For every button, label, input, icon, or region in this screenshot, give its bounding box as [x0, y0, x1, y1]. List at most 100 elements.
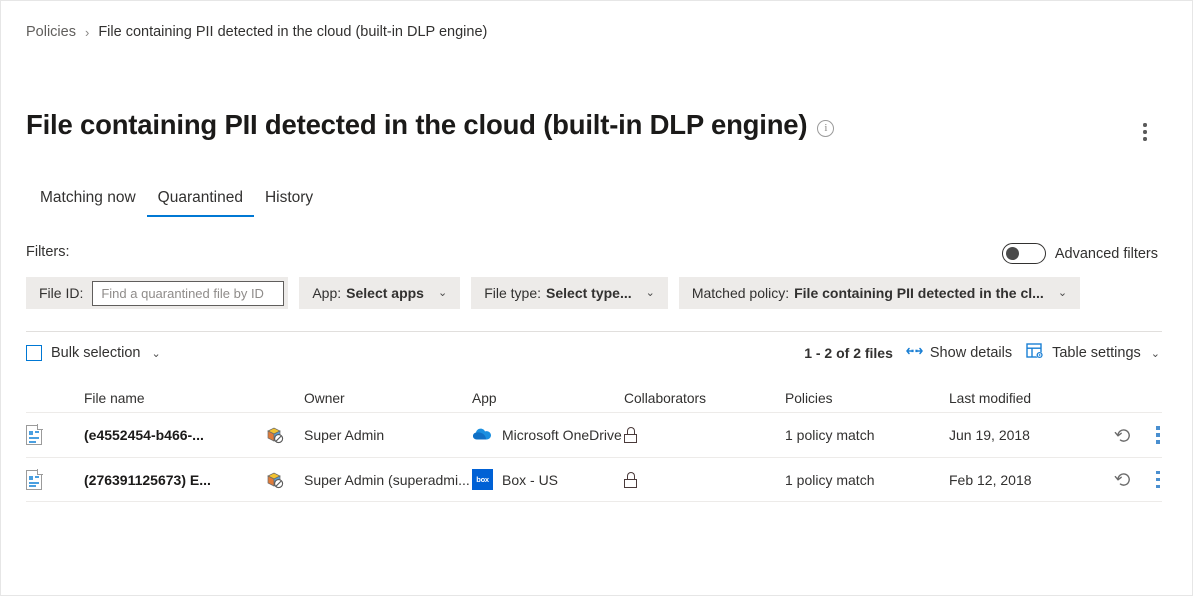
file-type-filter-value: Select type... [546, 285, 632, 301]
owner-cell: Super Admin [304, 427, 472, 443]
more-vertical-icon-dot [1156, 433, 1159, 436]
file-id-label: File ID: [39, 285, 83, 301]
document-icon [26, 425, 42, 445]
owner-cell: Super Admin (superadmi... [304, 472, 472, 488]
more-vertical-icon-dot [1143, 130, 1146, 133]
breadcrumb: Policies › File containing PII detected … [26, 24, 487, 40]
more-vertical-icon-dot [1143, 123, 1146, 126]
file-type-filter-label: File type: [484, 285, 541, 301]
bulk-selection-control[interactable]: Bulk selection ⌄ [26, 345, 161, 361]
restore-icon[interactable] [1114, 470, 1133, 489]
app-filter-value: Select apps [346, 285, 424, 301]
show-details-button[interactable]: Show details [906, 345, 1012, 361]
filter-bar: File ID: App: Select apps ⌄ File type: S… [26, 277, 1080, 309]
chevron-down-icon[interactable]: ⌄ [151, 347, 160, 360]
restore-icon[interactable] [1114, 426, 1133, 445]
more-vertical-icon-dot [1156, 440, 1159, 443]
advanced-filters-control: Advanced filters [1002, 243, 1158, 264]
table-settings-button[interactable]: Table settings ⌄ [1026, 342, 1160, 364]
table-toolbar: Bulk selection ⌄ 1 - 2 of 2 files Show d… [26, 342, 1160, 364]
policies-cell: 1 policy match [785, 472, 949, 488]
tab-history[interactable]: History [254, 189, 324, 217]
page-more-options-button[interactable] [1134, 119, 1156, 145]
toolbar-divider [26, 331, 1162, 332]
chevron-down-icon: ⌄ [1058, 288, 1067, 299]
column-header-owner: Owner [304, 391, 472, 406]
toolbar-right: 1 - 2 of 2 files Show details [804, 342, 1160, 364]
file-name-cell[interactable]: (e4552454-b466-... [84, 427, 266, 443]
show-details-label: Show details [930, 345, 1012, 361]
info-icon[interactable]: i [817, 120, 834, 137]
chevron-down-icon: ⌄ [1151, 347, 1160, 360]
table-header-row: File name Owner App Collaborators Polici… [26, 384, 1162, 412]
tab-matching-now[interactable]: Matching now [29, 189, 147, 217]
document-icon [26, 470, 42, 490]
column-header-collaborators: Collaborators [624, 391, 785, 406]
advanced-filters-toggle[interactable] [1002, 243, 1046, 264]
file-type-cell [26, 470, 84, 490]
app-cell: box Box - US [472, 469, 624, 490]
more-vertical-icon-dot [1156, 471, 1159, 474]
advanced-filters-label: Advanced filters [1055, 246, 1158, 262]
last-modified-cell: Feb 12, 2018 [949, 472, 1114, 488]
lock-icon [624, 472, 637, 488]
collaborators-cell [624, 472, 785, 488]
matched-policy-filter-value: File containing PII detected in the cl..… [794, 285, 1044, 301]
app-name: Box - US [502, 472, 558, 488]
lock-icon [624, 427, 637, 443]
breadcrumb-policies-link[interactable]: Policies [26, 24, 76, 40]
chevron-down-icon: ⌄ [438, 288, 447, 299]
row-more-options-button[interactable] [1149, 469, 1167, 491]
breadcrumb-current: File containing PII detected in the clou… [98, 24, 487, 40]
row-actions-cell [1114, 469, 1175, 491]
quarantine-status-cell [266, 426, 304, 444]
chevron-down-icon: ⌄ [646, 288, 655, 299]
more-vertical-icon-dot [1143, 137, 1146, 140]
file-id-filter: File ID: [26, 277, 288, 309]
more-vertical-icon-dot [1156, 478, 1159, 481]
onedrive-icon [472, 427, 493, 444]
table-row[interactable]: (276391125673) E... Super Admin (superad… [26, 457, 1162, 502]
last-modified-cell: Jun 19, 2018 [949, 427, 1114, 443]
bulk-selection-checkbox[interactable] [26, 345, 42, 361]
matched-policy-filter-label: Matched policy: [692, 285, 789, 301]
file-name-cell[interactable]: (276391125673) E... [84, 472, 266, 488]
column-header-file-name: File name [84, 391, 266, 406]
table-row[interactable]: (e4552454-b466-... Super Admin [26, 412, 1162, 457]
matched-policy-filter[interactable]: Matched policy: File containing PII dete… [679, 277, 1080, 309]
more-vertical-icon-dot [1156, 426, 1159, 429]
app-filter-label: App: [312, 285, 341, 301]
table-settings-label: Table settings [1052, 345, 1141, 361]
quarantine-status-cell [266, 471, 304, 489]
app-cell: Microsoft OneDrive ... [472, 427, 624, 444]
tab-quarantined[interactable]: Quarantined [147, 189, 254, 217]
row-actions-cell [1114, 424, 1175, 446]
app-filter[interactable]: App: Select apps ⌄ [299, 277, 460, 309]
table-settings-icon [1026, 342, 1045, 364]
quarantined-files-table: File name Owner App Collaborators Polici… [26, 384, 1162, 502]
policies-cell: 1 policy match [785, 427, 949, 443]
app-name: Microsoft OneDrive ... [502, 427, 624, 443]
column-header-last-modified: Last modified [949, 391, 1114, 406]
expand-horizontal-icon [906, 345, 923, 361]
file-type-filter[interactable]: File type: Select type... ⌄ [471, 277, 668, 309]
column-header-app: App [472, 391, 624, 406]
filters-label: Filters: [26, 244, 70, 260]
breadcrumb-separator-icon: › [85, 25, 89, 40]
row-more-options-button[interactable] [1149, 424, 1167, 446]
quarantined-box-icon [266, 426, 284, 444]
file-id-input[interactable] [92, 281, 284, 306]
quarantined-box-icon [266, 471, 284, 489]
results-count: 1 - 2 of 2 files [804, 345, 893, 361]
page-title: File containing PII detected in the clou… [26, 109, 807, 141]
quarantined-files-page: Policies › File containing PII detected … [0, 0, 1193, 596]
toggle-knob [1006, 247, 1020, 261]
collaborators-cell [624, 427, 785, 443]
file-type-cell [26, 425, 84, 445]
more-vertical-icon-dot [1156, 485, 1159, 488]
box-icon: box [472, 469, 493, 490]
bulk-selection-label: Bulk selection [51, 345, 140, 361]
title-row: File containing PII detected in the clou… [26, 109, 834, 141]
tab-list: Matching now Quarantined History [29, 189, 324, 217]
column-header-policies: Policies [785, 391, 949, 406]
